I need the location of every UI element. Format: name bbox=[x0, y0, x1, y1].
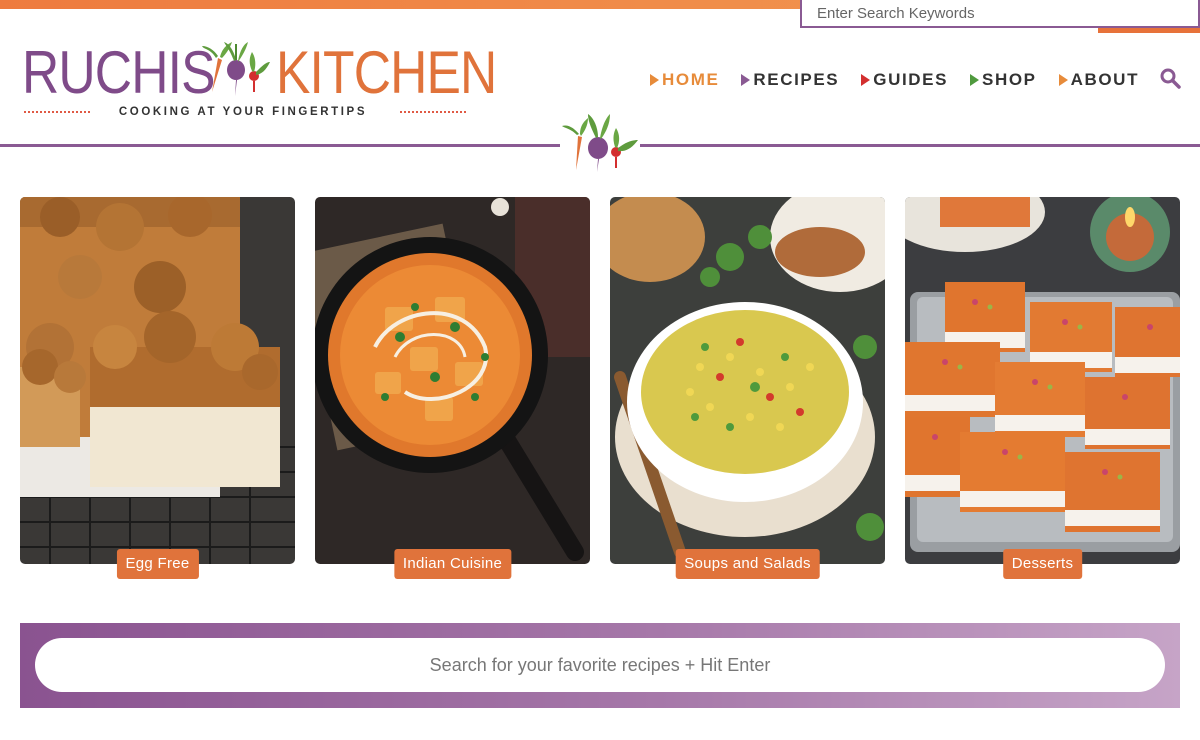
caret-right-icon bbox=[861, 74, 871, 86]
nav-label: GUIDES bbox=[873, 70, 949, 89]
caret-right-icon bbox=[1058, 74, 1068, 86]
caret-right-icon bbox=[970, 74, 980, 86]
search-icon[interactable] bbox=[1158, 66, 1182, 90]
main-nav: HOME RECIPES GUIDES SHOP ABOUT bbox=[650, 68, 1161, 92]
caret-right-icon bbox=[650, 74, 659, 86]
nav-item-shop[interactable]: SHOP bbox=[970, 70, 1037, 90]
top-search-tab bbox=[1098, 28, 1200, 33]
nav-label: ABOUT bbox=[1070, 70, 1140, 89]
nav-label: HOME bbox=[662, 70, 720, 89]
vegetables-icon bbox=[202, 42, 270, 96]
nav-item-guides[interactable]: GUIDES bbox=[861, 70, 948, 90]
logo-word-ruchis: RUCHIS bbox=[22, 39, 216, 106]
category-card-egg-free[interactable]: Egg Free bbox=[20, 197, 295, 582]
category-label: Desserts bbox=[1002, 549, 1083, 579]
recipe-search-band bbox=[20, 623, 1180, 708]
header-divider-right bbox=[640, 144, 1200, 147]
header-divider-left bbox=[0, 144, 560, 147]
category-label: Indian Cuisine bbox=[393, 549, 512, 579]
paneer-curry-photo bbox=[315, 197, 590, 564]
carrot-halwa-squares-photo bbox=[905, 197, 1180, 564]
category-card-desserts[interactable]: Desserts bbox=[905, 197, 1180, 582]
top-search-box[interactable] bbox=[800, 0, 1200, 28]
logo-word-kitchen: KITCHEN bbox=[276, 39, 497, 106]
category-label: Soups and Salads bbox=[675, 549, 820, 579]
category-grid: Egg Free Indian Cuisine Soups and Salads… bbox=[20, 197, 1180, 582]
vegetables-icon bbox=[562, 114, 638, 172]
caret-right-icon bbox=[741, 74, 751, 86]
logo-tagline: COOKING AT YOUR FINGERTIPS bbox=[118, 106, 368, 118]
recipe-search-input[interactable] bbox=[35, 638, 1165, 692]
tagline-dots-right bbox=[400, 111, 466, 113]
top-search-input[interactable] bbox=[802, 0, 1198, 26]
site-logo[interactable]: RUCHIS KITCHEN COOKING AT YOUR FINGERTIP… bbox=[22, 38, 497, 124]
category-label: Egg Free bbox=[116, 549, 199, 579]
category-card-soups-and-salads[interactable]: Soups and Salads bbox=[610, 197, 885, 582]
category-card-indian-cuisine[interactable]: Indian Cuisine bbox=[315, 197, 590, 582]
nav-item-about[interactable]: ABOUT bbox=[1058, 70, 1140, 90]
nav-label: RECIPES bbox=[753, 70, 840, 89]
corn-soup-photo bbox=[610, 197, 885, 564]
nav-label: SHOP bbox=[982, 70, 1037, 89]
coffee-cake-photo bbox=[20, 197, 295, 564]
nav-item-recipes[interactable]: RECIPES bbox=[741, 70, 839, 90]
nav-item-home[interactable]: HOME bbox=[650, 70, 719, 90]
